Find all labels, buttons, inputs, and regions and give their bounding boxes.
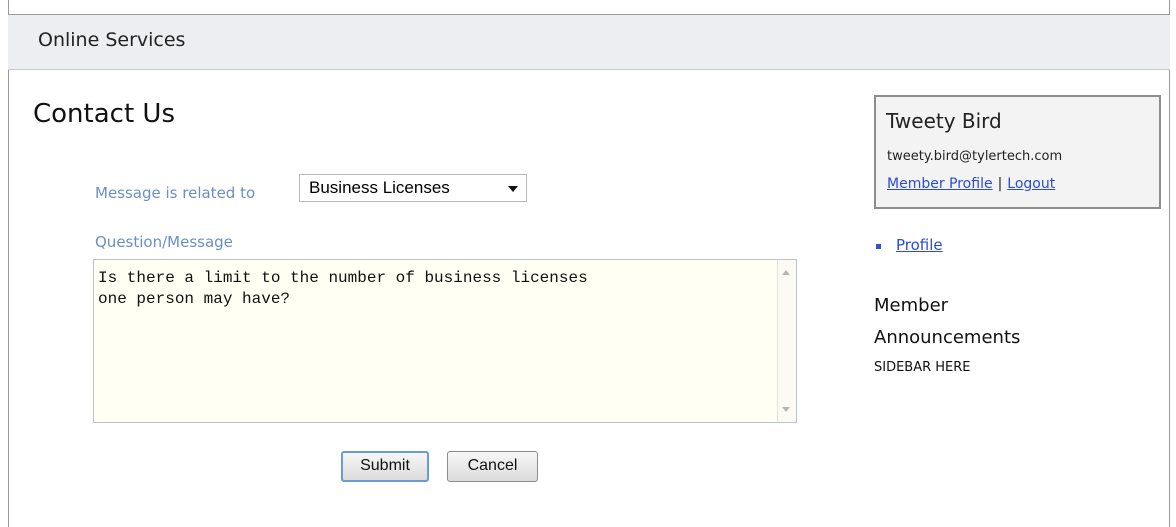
member-profile-link[interactable]: Member Profile bbox=[887, 176, 993, 192]
sidebar-placeholder: SIDEBAR HERE bbox=[874, 360, 971, 375]
textarea-scrollbar[interactable] bbox=[777, 260, 796, 422]
cancel-button[interactable]: Cancel bbox=[447, 451, 538, 482]
message-text: Is there a limit to the number of busine… bbox=[98, 269, 588, 308]
message-textarea[interactable]: Is there a limit to the number of busine… bbox=[93, 259, 797, 423]
link-separator: | bbox=[997, 176, 1003, 192]
top-bar: Online Services bbox=[8, 14, 1170, 70]
chevron-down-icon bbox=[508, 186, 518, 192]
scroll-down-icon[interactable] bbox=[782, 407, 790, 412]
scroll-up-icon[interactable] bbox=[782, 270, 790, 275]
member-name: Tweety Bird bbox=[886, 109, 1002, 133]
square-bullet-icon bbox=[876, 244, 881, 249]
submit-button[interactable]: Submit bbox=[341, 451, 429, 482]
related-select-value: Business Licenses bbox=[309, 178, 450, 197]
message-label: Question/Message bbox=[95, 233, 233, 251]
announcements-title: Member Announcements bbox=[874, 295, 1021, 348]
member-email: tweety.bird@tylertech.com bbox=[887, 149, 1063, 164]
page-title: Contact Us bbox=[33, 99, 175, 129]
logout-link[interactable]: Logout bbox=[1007, 176, 1055, 192]
related-select[interactable]: Business Licenses bbox=[299, 174, 527, 202]
app-title: Online Services bbox=[38, 29, 186, 51]
related-label: Message is related to bbox=[95, 184, 256, 202]
member-box: Tweety Bird tweety.bird@tylertech.com Me… bbox=[874, 95, 1161, 209]
member-links: Member Profile | Logout bbox=[887, 176, 1055, 192]
sidebar-item-profile[interactable]: Profile bbox=[896, 236, 943, 254]
